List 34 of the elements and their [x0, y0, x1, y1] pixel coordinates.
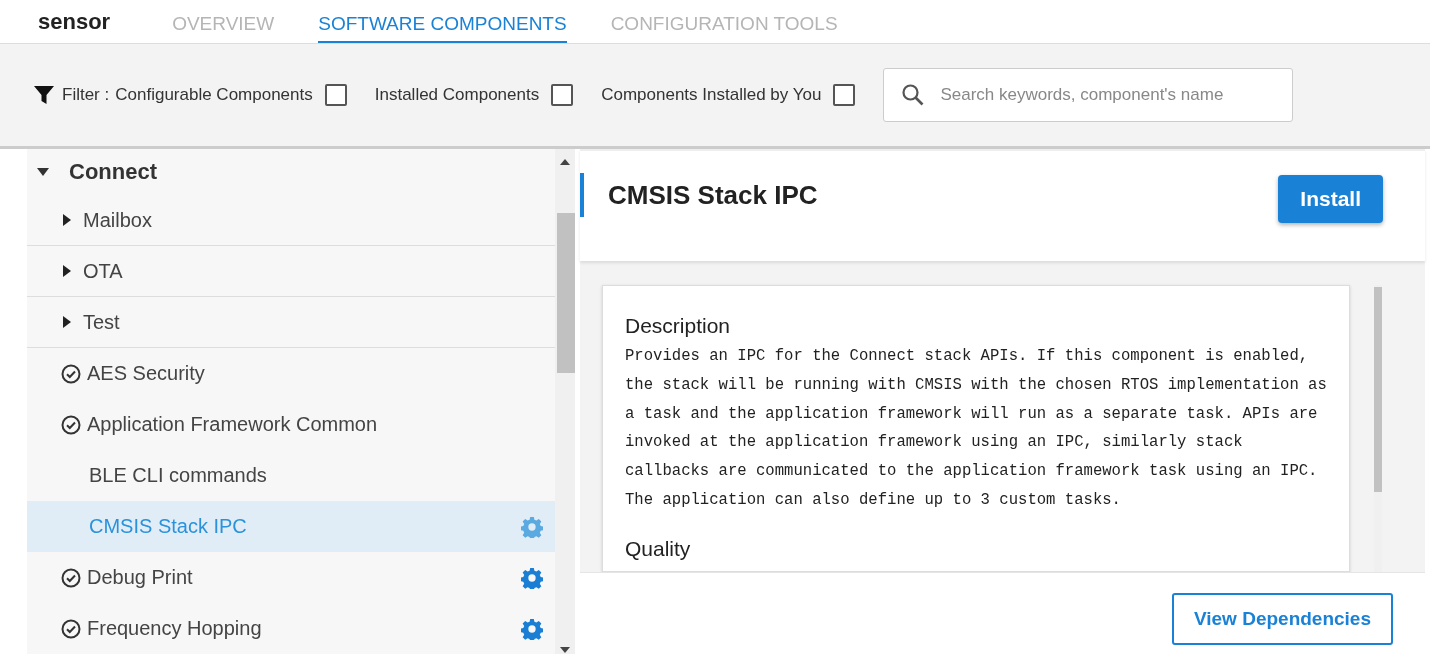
filter-label: Installed Components	[374, 85, 540, 105]
tree-item[interactable]: BLE CLI commands	[27, 450, 555, 501]
checkbox[interactable]	[324, 84, 347, 106]
component-title: CMSIS Stack IPC	[580, 173, 818, 217]
tree-item[interactable]: Mailbox	[27, 195, 555, 246]
tree-item[interactable]: Test	[27, 297, 555, 348]
view-dependencies-button[interactable]: View Dependencies	[1171, 593, 1393, 645]
caret-icon[interactable]	[37, 166, 49, 178]
filter-label: Configurable Components	[115, 85, 313, 105]
tree-item[interactable]: Frequency Hopping	[27, 603, 555, 654]
scrollbar[interactable]	[555, 149, 575, 654]
filter-icon	[34, 85, 54, 105]
gear-icon[interactable]	[521, 617, 543, 640]
caret-icon[interactable]	[61, 265, 73, 277]
tree-item[interactable]: AES Security	[27, 348, 555, 399]
tree-item[interactable]: Debug Print	[27, 552, 555, 603]
gear-icon[interactable]	[521, 566, 543, 589]
filter-label: Components Installed by You	[601, 85, 822, 105]
tree-item[interactable]: Application Framework Common	[27, 399, 555, 450]
search-field[interactable]: Search keywords, component's name	[883, 68, 1294, 122]
scroll-down-icon[interactable]	[560, 647, 570, 653]
section-heading: Description	[625, 314, 732, 338]
tree-item[interactable]: OTA	[27, 246, 555, 297]
caret-icon[interactable]	[61, 214, 73, 226]
install-button[interactable]: Install	[1278, 175, 1383, 223]
tree-item[interactable]: Connect	[27, 149, 555, 195]
checkbox[interactable]	[551, 84, 574, 106]
description-text: Provides an IPC for the Connect stack APIs. If this component is enabled, the stack will be running with CMSIS with the chosen RTOS implementation as a task and the application framework will run as a separate task. APIs are invoked at the application framework using an IPC, similarly stack callbacks are communicated to the application framework task using an IPC. The application can also define up to 3 custom tasks.	[625, 346, 1327, 511]
project-name: sensor	[38, 8, 111, 35]
caret-icon[interactable]	[61, 316, 73, 328]
section-heading: Quality	[625, 536, 692, 561]
checkbox[interactable]	[833, 84, 856, 106]
scroll-up-icon[interactable]	[560, 159, 570, 165]
filter-label: Filter :	[62, 85, 110, 105]
